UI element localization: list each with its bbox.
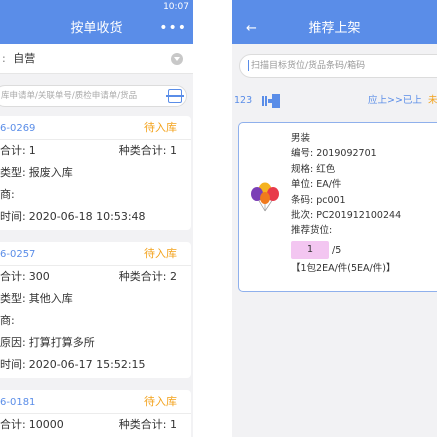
- line-right-value: 1: [170, 144, 177, 157]
- product-name: 男装: [291, 133, 311, 144]
- line-label: 时间:: [0, 210, 26, 223]
- order-card[interactable]: 6-0269 待入库 合计: 1 种类合计: 1 类型: 报废入库 商: 时间: 20…: [0, 116, 191, 230]
- status-badge: 待入库: [144, 395, 177, 408]
- more-icon[interactable]: •••: [159, 14, 187, 42]
- order-card-header: 6-0257 待入库: [0, 242, 191, 266]
- order-number: 6-0257: [0, 249, 36, 260]
- line-right: 种类合计: 1: [119, 140, 177, 162]
- line-label: 合计:: [0, 144, 26, 157]
- line-value: 报废入库: [28, 166, 73, 179]
- status-time: 10:07: [163, 2, 189, 12]
- scan-input-placeholder: 扫描目标货位/货品条码/箱码: [251, 61, 366, 71]
- text-cursor: [248, 60, 249, 71]
- scan-icon[interactable]: [166, 89, 184, 103]
- line-value: 10000: [28, 418, 64, 431]
- line-label: 合计:: [0, 270, 26, 283]
- quantity-row: 1/5: [291, 241, 401, 261]
- forward-arrow-icon[interactable]: [262, 94, 280, 108]
- card-line: 合计: 10000 种类合计: 1: [0, 414, 191, 436]
- product-info: 男装 编号: 2019092701 规格: 红色 单位: EA/件 条码: pc…: [291, 131, 401, 276]
- line-value: 300: [28, 270, 50, 283]
- receive-by-order-screen: 10:07 按单收货 ••• : 自营 库申请单/关联单号/质检申请单/货品 6…: [0, 0, 193, 437]
- line-value: 打算打算多所: [28, 336, 95, 349]
- status-bar: [232, 0, 437, 14]
- order-number: 6-0269: [0, 123, 36, 134]
- line-value: 2020-06-17 15:52:15: [28, 358, 146, 371]
- line-label: 商:: [0, 188, 15, 201]
- product-unit: 单位: EA/件: [291, 179, 342, 191]
- shelving-toolbar: 123 应上>>已上 未: [232, 90, 437, 112]
- product-spec: 规格: 红色: [291, 163, 336, 175]
- line-label: 原因:: [0, 336, 26, 349]
- pack-info: 【1包2EA/件(5EA/件)】: [291, 262, 396, 274]
- line-right-value: 2: [170, 270, 177, 283]
- status-badge: 待入库: [144, 121, 177, 134]
- order-card[interactable]: 6-0257 待入库 合计: 300 种类合计: 2 类型: 其他入库 商: 原因:…: [0, 242, 191, 378]
- line-label: 商:: [0, 314, 15, 327]
- balloon-icon: [251, 182, 279, 212]
- quantity-input[interactable]: 1: [291, 241, 329, 260]
- card-line: 时间: 2020-06-18 10:53:48: [0, 206, 191, 228]
- line-label: 类型:: [0, 292, 26, 305]
- card-line: 商:: [0, 310, 191, 332]
- scan-input[interactable]: 扫描目标货位/货品条码/箱码: [239, 54, 437, 78]
- line-right-value: 1: [170, 418, 177, 431]
- product-card[interactable]: 男装 编号: 2019092701 规格: 红色 单位: EA/件 条码: pc…: [238, 122, 437, 292]
- search-placeholder: 库申请单/关联单号/质检申请单/货品: [1, 91, 138, 101]
- line-value: 其他入库: [28, 292, 73, 305]
- card-line: 原因: 打算打算多所: [0, 332, 191, 354]
- card-line: 类型: 其他入库: [0, 288, 191, 310]
- card-line: 合计: 1 种类合计: 1: [0, 140, 191, 162]
- filter-value: 自营: [13, 52, 36, 65]
- order-card-header: 6-0269 待入库: [0, 116, 191, 140]
- page-title: 推荐上架: [308, 21, 361, 36]
- shelving-progress-label: 应上>>已上: [368, 95, 422, 106]
- line-value: 1: [28, 144, 36, 157]
- quantity-total: /5: [332, 244, 342, 256]
- line-value: 2020-06-18 10:53:48: [28, 210, 146, 223]
- chevron-down-icon[interactable]: [171, 53, 183, 65]
- card-line: 类型: 报废入库: [0, 162, 191, 184]
- line-right-label: 种类合计:: [118, 418, 167, 431]
- line-right: 种类合计: 1: [119, 414, 177, 436]
- filter-label: :: [2, 52, 6, 65]
- line-right-label: 种类合计:: [118, 144, 167, 157]
- nav-bar: ← 推荐上架: [232, 14, 437, 44]
- product-batch: 批次: PC201912100244: [291, 210, 402, 222]
- order-card[interactable]: 6-0181 待入库 合计: 10000 种类合计: 1: [0, 390, 191, 437]
- recommend-shelving-screen: ← 推荐上架 扫描目标货位/货品条码/箱码 123 应上>>已上 未 男装 编号…: [232, 0, 437, 437]
- line-right: 种类合计: 2: [119, 266, 177, 288]
- owner-filter[interactable]: : 自营: [0, 44, 193, 74]
- search-input[interactable]: 库申请单/关联单号/质检申请单/货品: [0, 85, 187, 107]
- status-badge: 待入库: [144, 247, 177, 260]
- card-line: 商:: [0, 184, 191, 206]
- line-label: 类型:: [0, 166, 26, 179]
- line-right-label: 种类合计:: [118, 270, 167, 283]
- product-barcode: 条码: pc001: [291, 194, 346, 206]
- order-number: 6-0181: [0, 397, 36, 408]
- order-card-header: 6-0181 待入库: [0, 390, 191, 414]
- line-label: 时间:: [0, 358, 26, 371]
- product-code: 编号: 2019092701: [291, 148, 377, 160]
- recommend-location-label: 推荐货位:: [291, 225, 333, 237]
- line-label: 合计:: [0, 418, 26, 431]
- item-count: 123: [234, 95, 253, 106]
- nav-bar: 按单收货 •••: [0, 14, 193, 44]
- unshelved-label: 未: [428, 95, 437, 106]
- card-line: 合计: 300 种类合计: 2: [0, 266, 191, 288]
- status-bar: 10:07: [0, 0, 193, 14]
- card-line: 时间: 2020-06-17 15:52:15: [0, 354, 191, 376]
